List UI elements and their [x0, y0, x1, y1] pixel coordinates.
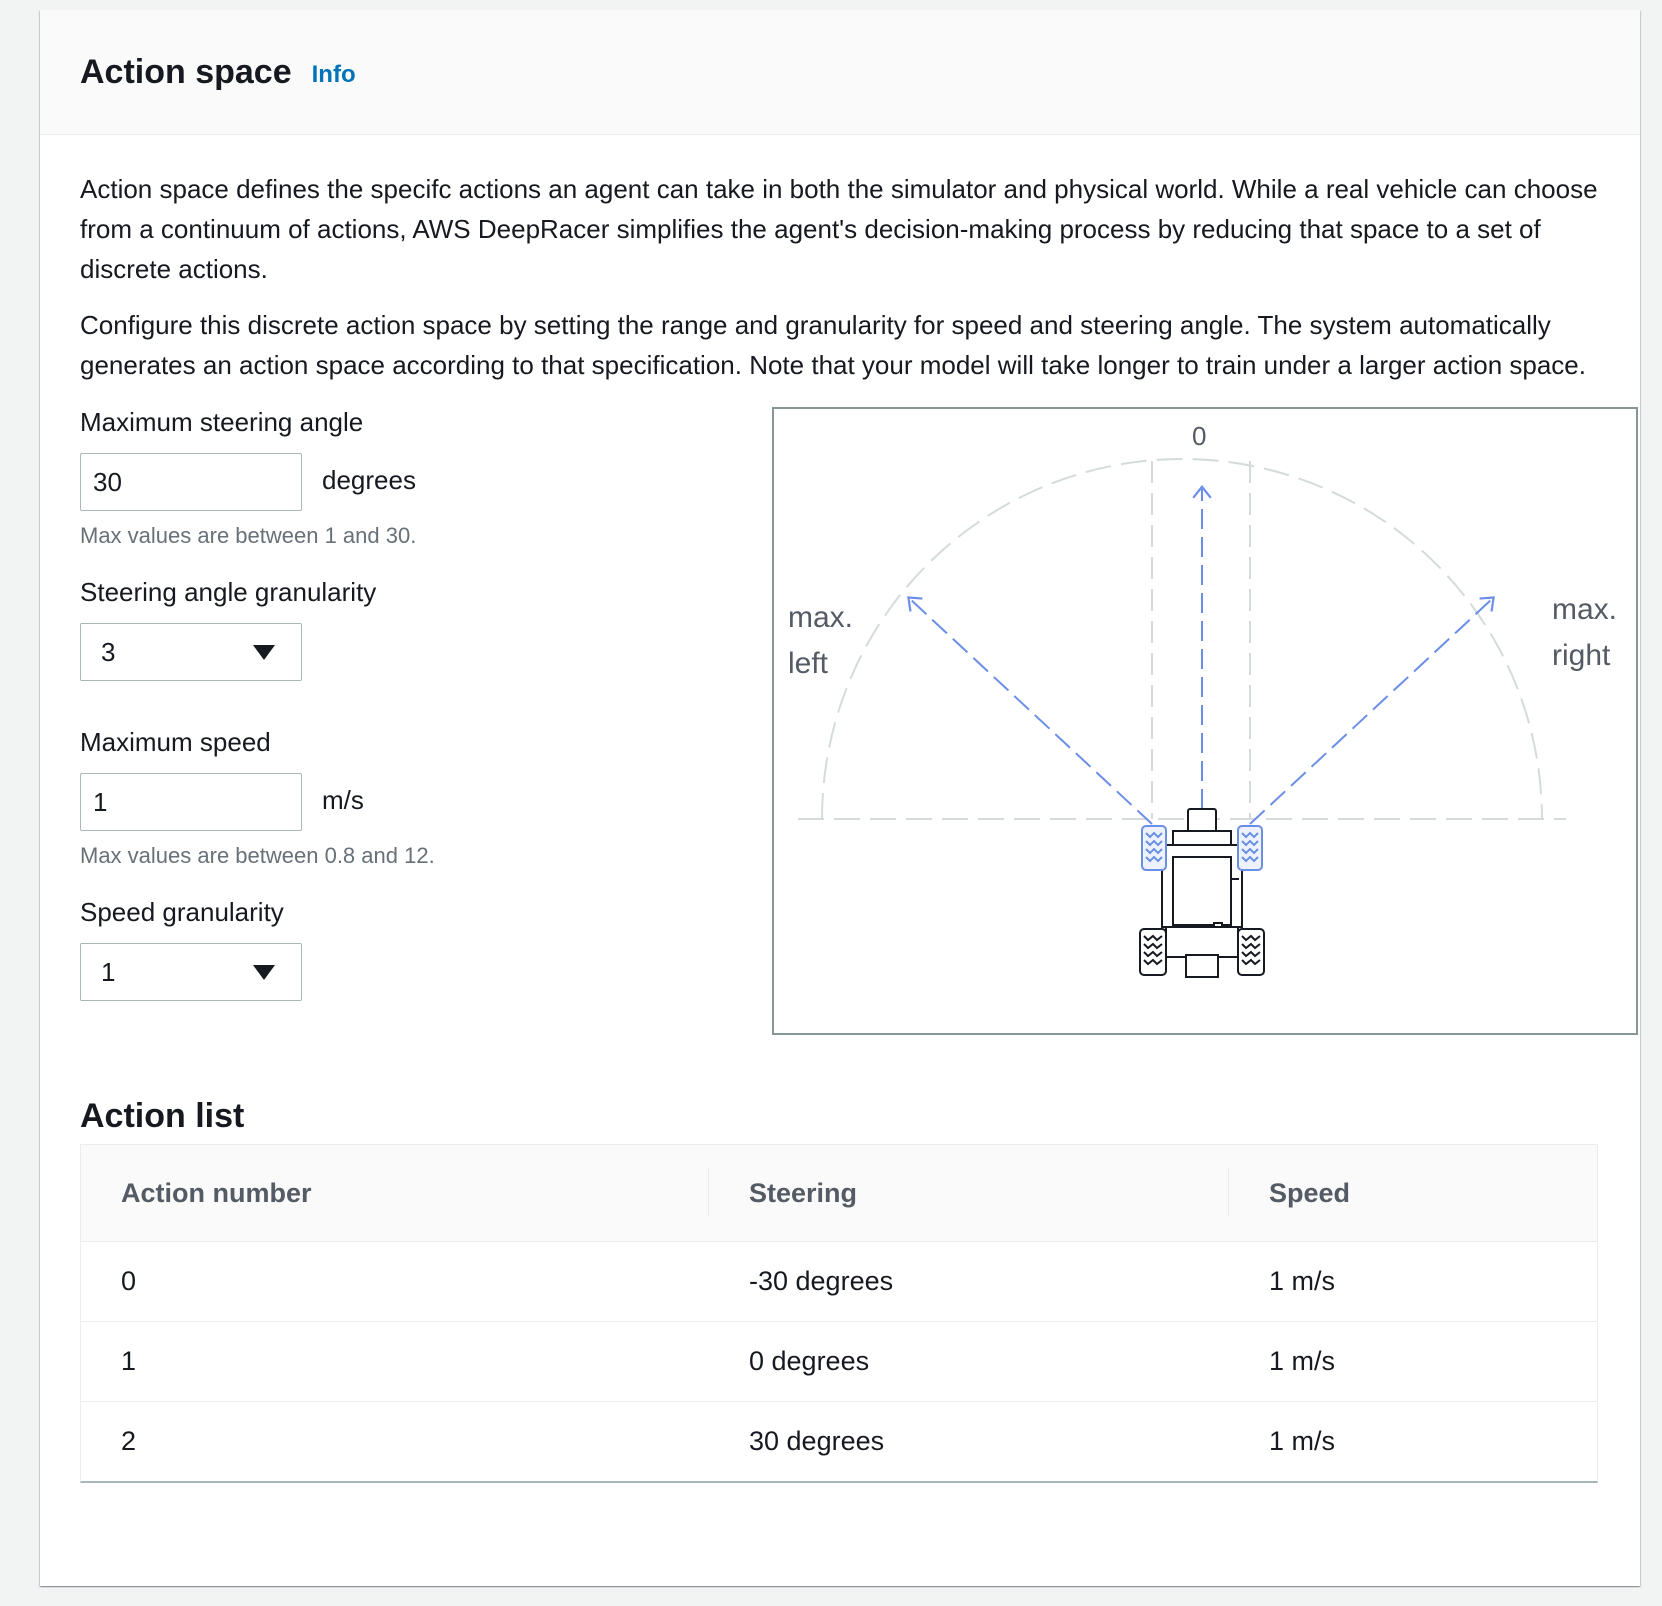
cell-steering: 0 degrees [749, 1346, 870, 1376]
arrow-left [907, 596, 1153, 825]
cell-action-number: 2 [121, 1426, 137, 1456]
diagram-zero-label: 0 [1192, 421, 1207, 451]
column-header-action-number: Action number [81, 1145, 709, 1241]
speed-granularity-value: 1 [101, 956, 116, 987]
action-space-form: Maximum steering angle degrees Max value… [80, 407, 1638, 1097]
arrow-right [1249, 596, 1495, 825]
diagram-max-left-label: max. left [788, 595, 853, 687]
max-steering-input[interactable] [80, 453, 302, 511]
table-row: 0 -30 degrees 1 m/s [81, 1242, 1597, 1322]
table-row: 1 0 degrees 1 m/s [81, 1322, 1597, 1402]
column-header-speed: Speed [1269, 1177, 1351, 1208]
max-right-line1: max. [1552, 593, 1618, 626]
panel-body: Action space defines the specifc actions… [40, 135, 1640, 1483]
cell-action-number: 1 [121, 1346, 137, 1376]
max-speed-input[interactable] [80, 773, 302, 831]
description-paragraph-1: Action space defines the specifc actions… [80, 174, 1598, 284]
steering-granularity-label: Steering angle granularity [80, 577, 377, 607]
caret-down-icon [253, 645, 275, 660]
max-steering-label: Maximum steering angle [80, 407, 364, 437]
front-wheel-left-icon [1141, 825, 1167, 871]
cell-speed: 1 m/s [1269, 1266, 1336, 1296]
max-steering-hint: Max values are between 1 and 30. [80, 523, 417, 548]
action-list-title: Action list [80, 1097, 245, 1135]
cell-steering: 30 degrees [749, 1426, 885, 1456]
cell-steering: -30 degrees [749, 1266, 894, 1296]
speed-granularity-select[interactable]: 1 [80, 943, 302, 1001]
table-header: Action number Steering Speed [81, 1145, 1597, 1242]
cell-speed: 1 m/s [1269, 1346, 1336, 1376]
panel-header: Action space Info [40, 10, 1640, 135]
table-row: 2 30 degrees 1 m/s [81, 1402, 1597, 1481]
action-space-panel: Action space Info Action space defines t… [40, 10, 1640, 1586]
cell-action-number: 0 [121, 1266, 137, 1296]
max-left-line2: left [788, 647, 829, 680]
steering-granularity-value: 3 [101, 636, 116, 667]
max-right-line2: right [1552, 639, 1611, 672]
max-speed-hint: Max values are between 0.8 and 12. [80, 843, 435, 868]
max-speed-unit: m/s [322, 785, 364, 815]
speed-granularity-label: Speed granularity [80, 897, 284, 927]
description-paragraph-2: Configure this discrete action space by … [80, 310, 1586, 380]
info-link[interactable]: Info [312, 61, 356, 89]
steering-diagram-svg [798, 458, 1566, 978]
max-speed-label: Maximum speed [80, 727, 271, 757]
front-wheel-right-icon [1237, 825, 1263, 871]
range-arc [821, 458, 1543, 820]
cell-speed: 1 m/s [1269, 1426, 1336, 1456]
action-list-table: Action number Steering Speed 0 -30 degre… [80, 1144, 1598, 1483]
max-left-line1: max. [788, 601, 854, 634]
column-header-steering: Steering [709, 1145, 1229, 1241]
diagram-max-right-label: max. right [1552, 587, 1617, 679]
max-steering-unit: degrees [322, 465, 416, 495]
panel-title: Action space [80, 52, 292, 91]
steering-granularity-select[interactable]: 3 [80, 623, 302, 681]
rear-wheel-right-icon [1237, 928, 1265, 976]
caret-down-icon [253, 965, 275, 980]
action-space-diagram: 0 max. left max. right [772, 407, 1638, 1035]
rear-wheel-left-icon [1139, 928, 1167, 976]
